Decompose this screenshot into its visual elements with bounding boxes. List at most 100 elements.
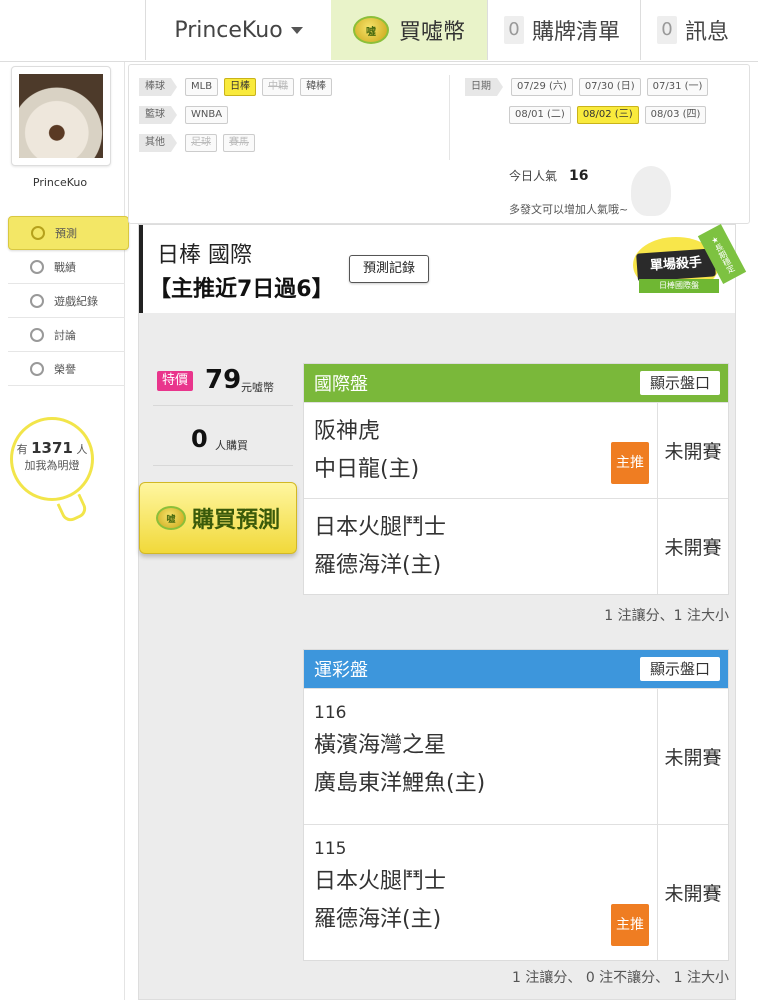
home-team: 廣島東洋鯉魚(主) bbox=[314, 771, 486, 796]
sidebar-item-label: 遊戲紀錄 bbox=[54, 294, 98, 308]
circle-icon bbox=[30, 293, 44, 308]
caret-down-icon bbox=[290, 26, 303, 34]
price-unit: 元噓幣 bbox=[241, 381, 274, 394]
avatar-image bbox=[19, 74, 103, 158]
bulb-count: 1371 bbox=[31, 439, 73, 457]
match-status: 未開賽 bbox=[664, 537, 722, 559]
home-team: 羅德海洋(主) bbox=[314, 553, 442, 578]
prediction-record-button[interactable]: 預測記錄 bbox=[349, 255, 429, 283]
date-row-1: 日期 07/29 (六) 07/30 (日) 07/31 (一) bbox=[465, 78, 709, 96]
badge-sub-label: 日棒國際盤 bbox=[639, 279, 719, 293]
chip-cpbl: 中職 bbox=[262, 78, 295, 96]
coin-icon: 噓 bbox=[155, 506, 186, 530]
baseball-label: 棒球 bbox=[139, 78, 177, 96]
prediction-subtitle: 【主推近7日過6】 bbox=[149, 277, 334, 302]
match-status: 未開賽 bbox=[664, 441, 722, 463]
main-pick-tag: 主推 bbox=[611, 904, 649, 946]
basketball-filter-row: 籃球 WNBA bbox=[139, 106, 229, 124]
lottery-market-title: 運彩盤 bbox=[314, 660, 368, 681]
table-row: 阪神虎 中日龍(主) 主推 未開賽 bbox=[304, 402, 728, 498]
lottery-market-table: 運彩盤 顯示盤口 116 橫濱海灣之星 廣島東洋鯉魚(主) 未開賽 115 日本… bbox=[303, 649, 729, 961]
chip-mlb[interactable]: MLB bbox=[185, 78, 219, 96]
date-chip[interactable]: 07/31 (一) bbox=[646, 78, 709, 96]
match-status: 未開賽 bbox=[664, 883, 722, 905]
basketball-label: 籃球 bbox=[139, 106, 177, 124]
table-row: 115 日本火腿鬥士 羅德海洋(主) 主推 未開賽 bbox=[304, 824, 728, 960]
side-nav: 預測 戰績 遊戲紀錄 討論 榮譽 bbox=[8, 216, 129, 386]
intl-summary: 1 注讓分、1 注大小 bbox=[604, 608, 729, 624]
sidebar-item-honor[interactable]: 榮譽 bbox=[8, 352, 125, 386]
popularity-label: 今日人氣 bbox=[509, 169, 558, 183]
medal-icon bbox=[30, 361, 44, 376]
sidebar-item-game-log[interactable]: 遊戲紀錄 bbox=[8, 284, 125, 318]
buy-coin-tab[interactable]: 噓 買噓幣 bbox=[331, 0, 487, 60]
match-teams: 115 日本火腿鬥士 羅德海洋(主) 主推 bbox=[304, 825, 658, 960]
bulb-suffix: 人 bbox=[76, 443, 88, 456]
sidebar-item-predict[interactable]: 預測 bbox=[8, 216, 129, 250]
away-team: 日本火腿鬥士 bbox=[314, 515, 447, 540]
sidebar-item-discuss[interactable]: 討論 bbox=[8, 318, 125, 352]
sidebar-item-label: 預測 bbox=[55, 227, 77, 240]
badge-main-label: 單場殺手 bbox=[636, 248, 716, 282]
prediction-panel: 日棒 國際 【主推近7日過6】 預測記錄 單場殺手 日棒國際盤 ★長期穩定 特價… bbox=[138, 224, 747, 1000]
chip-horse: 賽馬 bbox=[223, 134, 255, 152]
sidebar-username: PrinceKuo bbox=[32, 176, 88, 189]
divider bbox=[153, 465, 293, 466]
other-label: 其他 bbox=[139, 134, 177, 152]
date-chip-selected[interactable]: 08/02 (三) bbox=[576, 106, 639, 124]
buy-prediction-button[interactable]: 噓 購買預測 bbox=[139, 482, 297, 554]
table-row: 日本火腿鬥士 羅德海洋(主) 未開賽 bbox=[304, 498, 728, 594]
sidebar: PrinceKuo 預測 戰績 遊戲紀錄 討論 榮譽 有 1371 人 加我為明… bbox=[0, 62, 129, 1000]
popularity: 今日人氣 16 bbox=[509, 167, 589, 184]
baseball-filter-row: 棒球 MLB 日棒 中職 韓棒 bbox=[139, 78, 333, 96]
follow-bulb[interactable]: 有 1371 人 加我為明燈 bbox=[10, 417, 94, 501]
user-menu[interactable]: PrinceKuo bbox=[145, 0, 331, 60]
date-chip[interactable]: 07/29 (六) bbox=[511, 78, 573, 96]
match-teams: 阪神虎 中日龍(主) 主推 bbox=[304, 403, 658, 498]
divider bbox=[153, 405, 293, 406]
match-teams: 116 橫濱海灣之星 廣島東洋鯉魚(主) bbox=[304, 689, 658, 824]
username-label: PrinceKuo bbox=[174, 17, 283, 43]
match-number: 115 bbox=[314, 839, 347, 859]
chip-npb[interactable]: 日棒 bbox=[224, 78, 257, 96]
match-number: 116 bbox=[314, 703, 347, 723]
coin-icon: 噓 bbox=[352, 16, 389, 44]
popularity-value: 16 bbox=[569, 168, 589, 184]
buyers-unit: 人購買 bbox=[215, 439, 248, 452]
date-chip[interactable]: 08/01 (二) bbox=[509, 106, 571, 124]
messages-label: 訊息 bbox=[685, 20, 730, 45]
bulb-prefix: 有 bbox=[16, 443, 28, 456]
sidebar-item-label: 榮譽 bbox=[54, 362, 76, 376]
show-odds-button[interactable]: 顯示盤口 bbox=[639, 657, 720, 681]
tab-messages[interactable]: 0 訊息 bbox=[640, 0, 758, 60]
tab-purchase-list[interactable]: 0 購牌清單 bbox=[487, 0, 640, 60]
target-icon bbox=[31, 226, 45, 240]
purchase-list-count: 0 bbox=[504, 16, 524, 44]
away-team: 橫濱海灣之星 bbox=[314, 733, 447, 758]
intl-market-header: 國際盤 顯示盤口 bbox=[304, 364, 728, 402]
match-status: 未開賽 bbox=[664, 747, 722, 769]
date-chip[interactable]: 07/30 (日) bbox=[578, 78, 641, 96]
match-teams: 日本火腿鬥士 羅德海洋(主) bbox=[304, 499, 658, 594]
chip-kbo[interactable]: 韓棒 bbox=[300, 78, 333, 96]
prediction-title: 日棒 國際 bbox=[157, 243, 252, 268]
lottery-summary: 1 注讓分、 0 注不讓分、 1 注大小 bbox=[512, 970, 729, 986]
show-odds-button[interactable]: 顯示盤口 bbox=[639, 371, 720, 395]
chip-soccer: 足球 bbox=[185, 134, 217, 152]
killer-badge: 單場殺手 日棒國際盤 ★長期穩定 bbox=[633, 224, 747, 305]
intl-market-table: 國際盤 顯示盤口 阪神虎 中日龍(主) 主推 未開賽 日本火腿鬥士 羅德海洋(主… bbox=[303, 363, 729, 595]
messages-count: 0 bbox=[657, 16, 677, 44]
avatar[interactable] bbox=[11, 66, 111, 166]
filter-divider bbox=[449, 75, 450, 160]
special-price-tag: 特價 bbox=[157, 371, 194, 391]
mascot-watermark-icon bbox=[611, 161, 691, 221]
chip-wnba[interactable]: WNBA bbox=[185, 106, 229, 124]
purchase-list-label: 購牌清單 bbox=[532, 20, 621, 45]
intl-market-title: 國際盤 bbox=[314, 374, 368, 395]
discuss-icon bbox=[30, 327, 44, 342]
top-bar: PrinceKuo 噓 買噓幣 0 購牌清單 0 訊息 bbox=[0, 0, 758, 62]
home-team: 羅德海洋(主) bbox=[314, 907, 442, 932]
sidebar-item-record[interactable]: 戰績 bbox=[8, 250, 125, 284]
date-chip[interactable]: 08/03 (四) bbox=[644, 106, 707, 124]
other-filter-row: 其他 足球 賽馬 bbox=[139, 134, 255, 152]
